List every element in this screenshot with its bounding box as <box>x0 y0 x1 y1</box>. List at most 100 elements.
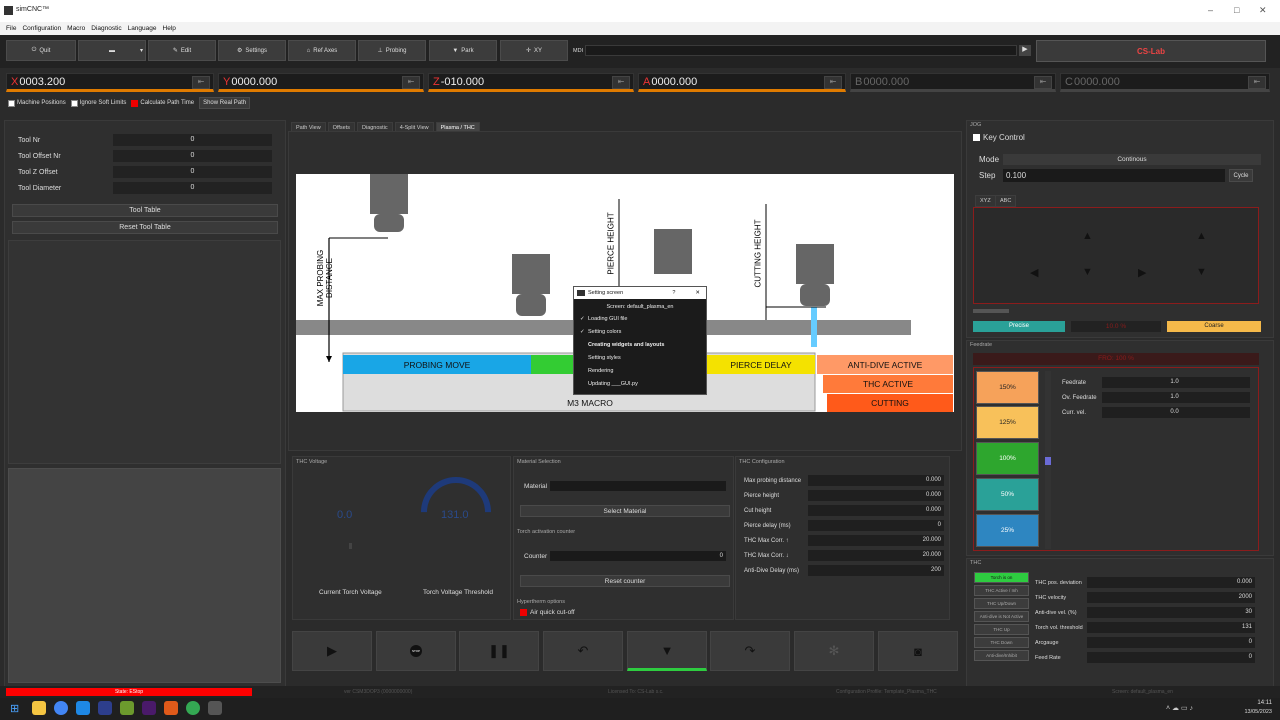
app-orange-icon[interactable] <box>164 701 178 715</box>
chrome-2-icon[interactable] <box>186 701 200 715</box>
step-input[interactable]: 0.100 <box>1003 169 1225 182</box>
axis-x-zero-button[interactable]: ⇤ <box>192 76 210 89</box>
axis-x-value[interactable]: 0003.200 <box>19 76 65 88</box>
thc-config-value[interactable]: 20.000 <box>808 550 944 561</box>
close-icon[interactable]: ✕ <box>1259 5 1267 16</box>
axis-y-zero-button[interactable]: ⇤ <box>402 76 420 89</box>
tab-xyz[interactable]: XYZ <box>975 195 996 207</box>
minimize-icon[interactable]: – <box>1208 5 1213 15</box>
quit-button[interactable]: ⏻ Quit <box>6 40 76 61</box>
machine-positions-checkbox[interactable]: Machine Positions <box>8 99 66 107</box>
axis-b-zero-button[interactable]: ⇤ <box>1034 76 1052 89</box>
thc-config-value[interactable]: 0.000 <box>808 490 944 501</box>
coarse-button[interactable]: Coarse <box>1167 321 1261 332</box>
axis-a-zero-button[interactable]: ⇤ <box>824 76 842 89</box>
menu-diagnostic[interactable]: Diagnostic <box>91 25 121 32</box>
thc-config-row: Pierce height 0.000 <box>744 490 944 501</box>
torch-button[interactable]: ▼ <box>627 631 707 671</box>
settings-button[interactable]: ⚙ Settings <box>218 40 286 61</box>
axis-y-value[interactable]: 0000.000 <box>231 76 277 88</box>
cycle-start-button[interactable]: ▶ <box>292 631 372 671</box>
mode-select[interactable]: Continous <box>1003 154 1261 165</box>
thc-config-value[interactable]: 200 <box>808 565 944 576</box>
help-icon[interactable]: ? <box>672 290 675 296</box>
ignore-soft-limits-checkbox[interactable]: Ignore Soft Limits <box>70 99 126 107</box>
pause-button[interactable]: ❚❚ <box>459 631 539 671</box>
axis-a-value[interactable]: 0000.000 <box>651 76 697 88</box>
menu-macro[interactable]: Macro <box>67 25 85 32</box>
probing-button[interactable]: ⊥ Probing <box>358 40 426 61</box>
show-real-path-button[interactable]: Show Real Path <box>199 97 251 109</box>
jog-x-minus-icon[interactable]: ◀ <box>1030 266 1038 279</box>
thc-config-value[interactable]: 0.000 <box>808 505 944 516</box>
screenshot-button[interactable]: ◙ <box>878 631 958 671</box>
thc-status-indicator: Anti-dive is Not Active <box>974 611 1029 622</box>
app-green-icon[interactable] <box>120 701 134 715</box>
play-icon: ▶ <box>1022 46 1028 53</box>
feedrate-125-button[interactable]: 125% <box>976 406 1039 439</box>
material-field[interactable] <box>550 481 726 491</box>
feedrate-150-button[interactable]: 150% <box>976 371 1039 404</box>
axis-b-value[interactable]: 0000.000 <box>863 76 909 88</box>
step-back-button[interactable]: ↶ <box>543 631 623 671</box>
mdi-run-button[interactable]: ▶ <box>1019 45 1031 56</box>
thc-config-value[interactable]: 0 <box>808 520 944 531</box>
stop-button[interactable]: STOP <box>376 631 456 671</box>
reset-counter-button[interactable]: Reset counter <box>520 575 730 587</box>
edit-button[interactable]: ✎ Edit <box>148 40 216 61</box>
xy-button[interactable]: ✛ XY <box>500 40 568 61</box>
jog-z-minus-icon[interactable]: ▼ <box>1196 266 1207 278</box>
tray-icons[interactable]: ˄ ☁ ▭ ♪ <box>1166 704 1193 712</box>
feedrate-100-button[interactable]: 100% <box>976 442 1039 475</box>
jog-x-plus-icon[interactable]: ▶ <box>1138 266 1146 279</box>
premiere-icon[interactable] <box>142 701 156 715</box>
mdi-label: MDI <box>573 48 584 54</box>
axis-z-zero-button[interactable]: ⇤ <box>612 76 630 89</box>
dialog-title: Setting screen <box>588 290 624 296</box>
menu-configuration[interactable]: Configuration <box>22 25 61 32</box>
dialog-close-icon[interactable]: ✕ <box>695 290 700 296</box>
torch-icon: ▼ <box>660 642 674 658</box>
file-explorer-icon[interactable] <box>32 701 46 715</box>
cycle-button[interactable]: Cycle <box>1229 169 1253 182</box>
fan-icon: ✻ <box>828 643 840 658</box>
air-cutoff-checkbox[interactable]: Air quick cut-off <box>520 609 575 616</box>
jog-y-minus-icon[interactable]: ▼ <box>1082 266 1093 278</box>
maximize-icon[interactable]: □ <box>1234 5 1239 15</box>
tool-table-button[interactable]: Tool Table <box>12 204 278 217</box>
thc-config-value[interactable]: 20.000 <box>808 535 944 546</box>
key-control-checkbox[interactable]: Key Control <box>973 133 1025 142</box>
menu-file[interactable]: File <box>6 25 16 32</box>
axis-c-value[interactable]: 0000.000 <box>1074 76 1120 88</box>
step-forward-button[interactable]: ↷ <box>710 631 790 671</box>
ref-axes-button[interactable]: ⌂ Ref Axes <box>288 40 356 61</box>
dialog-progress-item: ✓ Setting colors <box>580 326 706 339</box>
thc-info-value: 0 <box>1087 652 1255 663</box>
feedrate-slider-handle[interactable] <box>1045 457 1051 465</box>
jog-z-plus-icon[interactable]: ▲ <box>1196 230 1207 242</box>
simcnc-taskbar-icon[interactable] <box>208 701 222 715</box>
lightroom-icon[interactable] <box>98 701 112 715</box>
axis-z-value[interactable]: -010.000 <box>441 76 484 88</box>
windows-start-icon[interactable]: ⊞ <box>10 702 19 715</box>
chrome-icon[interactable] <box>54 701 68 715</box>
calc-path-time-checkbox[interactable]: Calculate Path Time <box>131 99 194 107</box>
reset-tool-table-button[interactable]: Reset Tool Table <box>12 221 278 234</box>
jog-y-plus-icon[interactable]: ▲ <box>1082 230 1093 242</box>
jog-speed-slider[interactable] <box>973 309 1009 313</box>
feedrate-50-button[interactable]: 50% <box>976 478 1039 511</box>
store-icon[interactable] <box>76 701 90 715</box>
feedrate-25-button[interactable]: 25% <box>976 514 1039 547</box>
feedrate-slider-track[interactable] <box>1045 371 1051 549</box>
thc-config-value[interactable]: 0.000 <box>808 475 944 486</box>
menu-language[interactable]: Language <box>128 25 157 32</box>
menu-help[interactable]: Help <box>163 25 176 32</box>
mdi-input[interactable] <box>585 45 1017 56</box>
coolant-button[interactable]: ✻ <box>794 631 874 671</box>
open-file-button[interactable]: ▬ ▾ <box>78 40 146 61</box>
tab-abc[interactable]: ABC <box>995 195 1017 207</box>
precise-button[interactable]: Precise <box>973 321 1065 332</box>
axis-c-zero-button[interactable]: ⇤ <box>1248 76 1266 89</box>
select-material-button[interactable]: Select Material <box>520 505 730 517</box>
park-button[interactable]: ▼ Park <box>429 40 497 61</box>
